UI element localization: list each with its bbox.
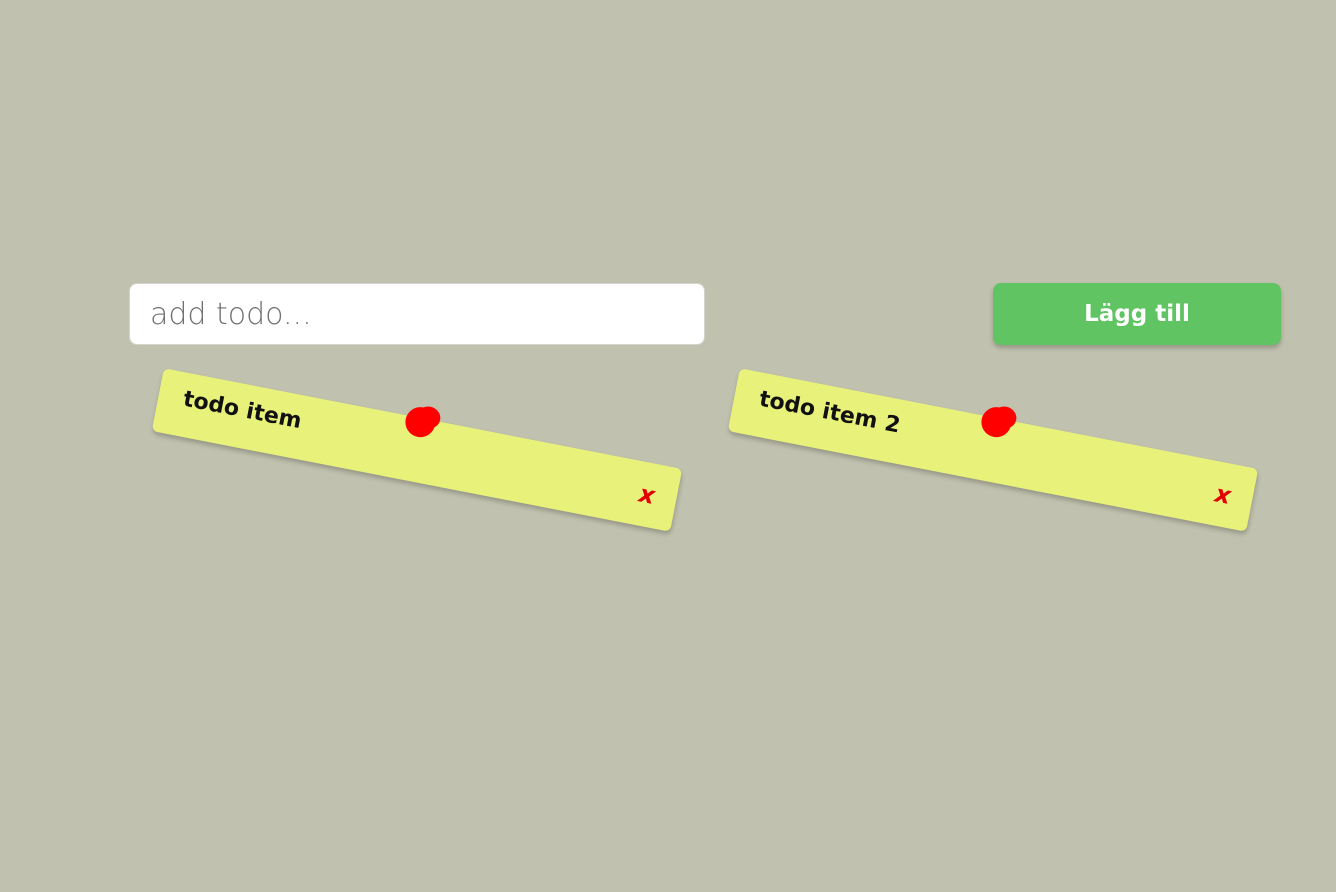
todo-note: todo item 2 x	[727, 368, 1259, 532]
todo-note: todo item x	[151, 368, 683, 532]
todo-label: todo item 2	[757, 386, 903, 439]
delete-icon[interactable]: x	[637, 479, 658, 509]
todo-app: Lägg till todo item x todo item 2 x	[0, 0, 1336, 892]
pin-icon	[402, 404, 438, 440]
add-todo-button[interactable]: Lägg till	[993, 283, 1281, 345]
todo-label: todo item	[181, 386, 304, 435]
delete-icon[interactable]: x	[1213, 479, 1234, 509]
add-todo-input[interactable]	[129, 283, 705, 345]
pin-icon	[978, 404, 1014, 440]
